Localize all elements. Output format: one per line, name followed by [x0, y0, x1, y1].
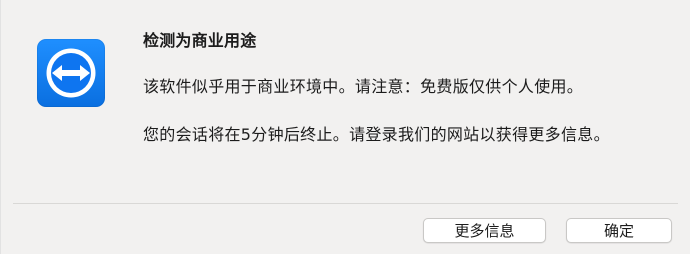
dialog-message-commercial-environment: 该软件似乎用于商业环境中。请注意：免费版仅供个人使用。: [143, 77, 584, 96]
commercial-use-dialog: 检测为商业用途 该软件似乎用于商业环境中。请注意：免费版仅供个人使用。 您的会话…: [0, 0, 690, 254]
divider: [13, 203, 678, 204]
teamviewer-app-icon: [37, 39, 105, 107]
teamviewer-logo-icon: [46, 48, 96, 98]
more-info-button[interactable]: 更多信息: [423, 218, 546, 243]
dialog-message-session-terminate: 您的会话将在5分钟后终止。请登录我们的网站以获得更多信息。: [143, 125, 610, 144]
ok-button[interactable]: 确定: [566, 218, 672, 243]
dialog-title: 检测为商业用途: [143, 31, 257, 50]
